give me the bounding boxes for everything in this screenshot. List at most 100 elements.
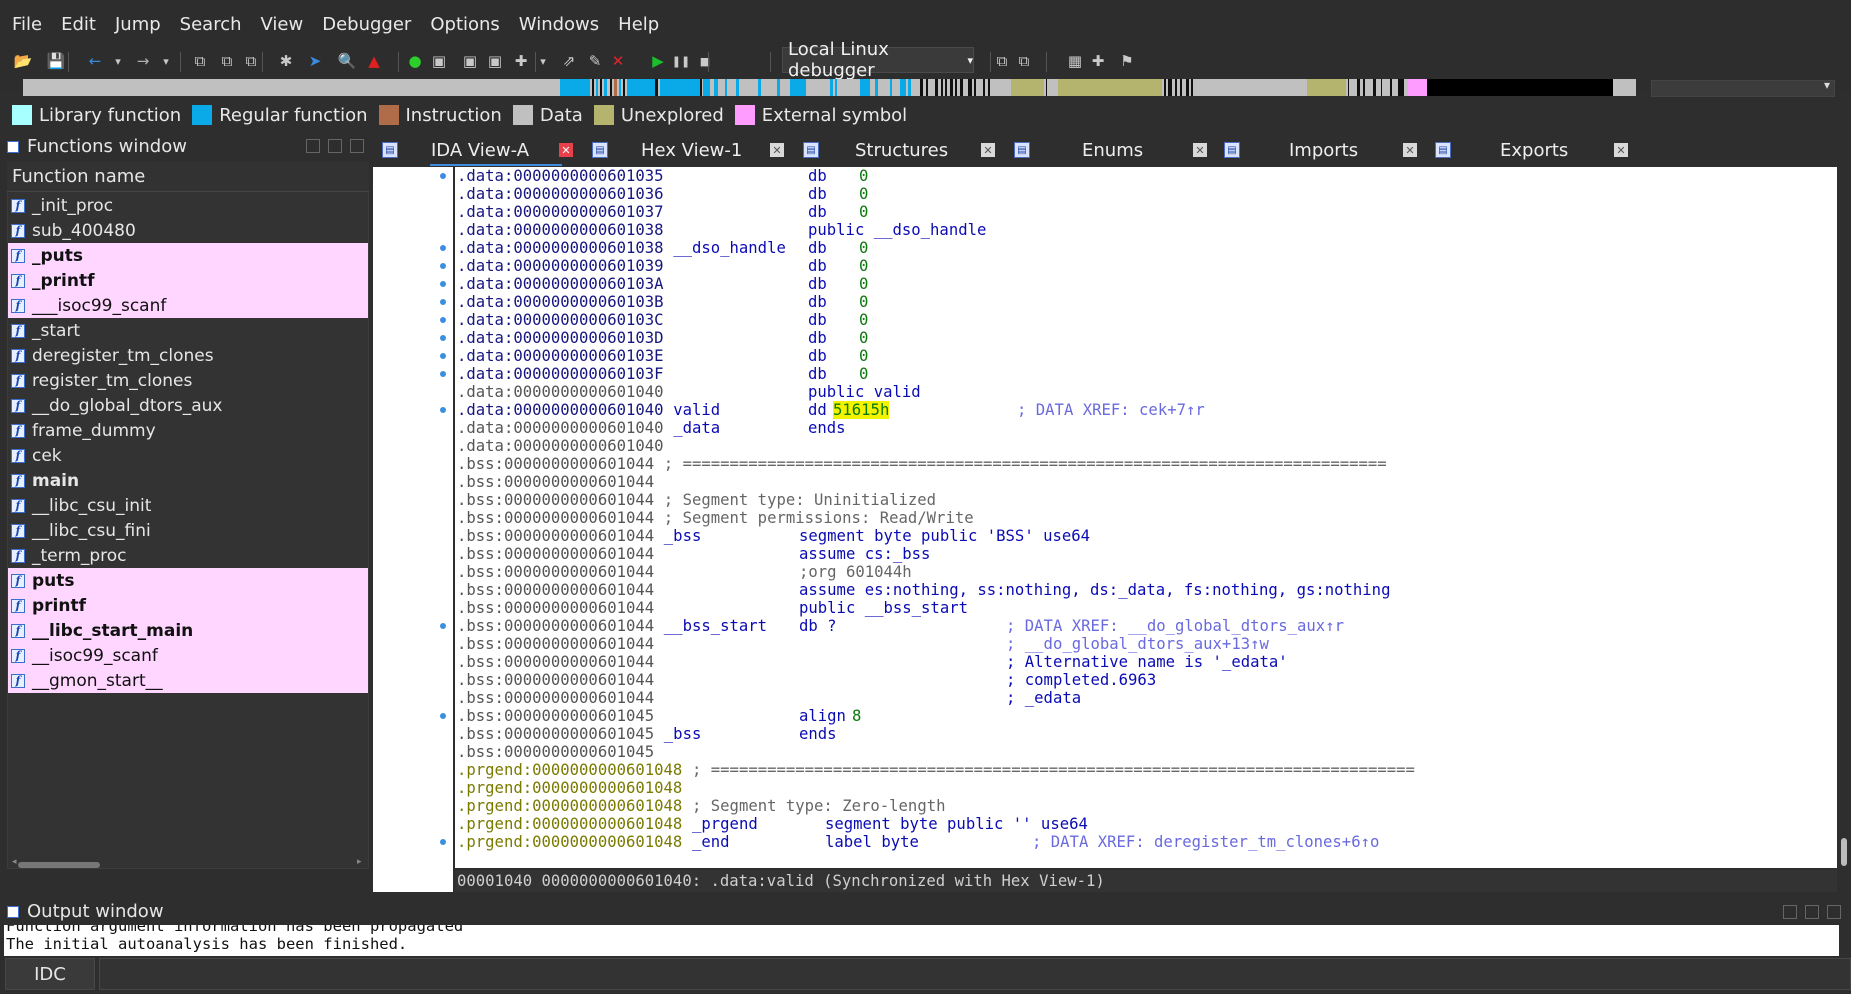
tab-ida-view-a[interactable]: IDA View-A xyxy=(431,140,529,161)
scroll-right-icon[interactable]: ▸ xyxy=(357,857,362,867)
function-list-item[interactable]: f _init_proc xyxy=(8,193,368,218)
save-icon[interactable]: 💾 xyxy=(45,50,67,72)
detach-icon[interactable]: ⧉ xyxy=(1013,50,1035,72)
disassembly-line[interactable]: .data:0000000000601038 __dso_handle db 0 xyxy=(457,239,868,257)
function-list-item[interactable]: f __libc_start_main xyxy=(8,618,368,643)
tab-close-icon[interactable]: ✕ xyxy=(770,143,784,157)
menu-search[interactable]: Search xyxy=(174,14,248,35)
menu-view[interactable]: View xyxy=(255,14,310,35)
breakpoints-icon[interactable]: ▦ xyxy=(1064,50,1086,72)
close-icon[interactable] xyxy=(350,139,364,153)
disassembly-line[interactable]: .prgend:0000000000601048 xyxy=(457,779,682,797)
disassembly-line[interactable]: .data:000000000060103F db 0 xyxy=(457,365,868,383)
disassembly-line[interactable]: .prgend:0000000000601048 ; ==============… xyxy=(457,761,1415,779)
tab-close-icon[interactable]: ✕ xyxy=(1614,143,1628,157)
disassembly-line[interactable]: .bss:0000000000601044 assume cs:_bss xyxy=(457,545,930,563)
tab-icon-exports[interactable]: ▤ xyxy=(1435,142,1451,158)
function-list-item[interactable]: f ___isoc99_scanf xyxy=(8,293,368,318)
function-list-item[interactable]: f printf xyxy=(8,593,368,618)
scroll-thumb[interactable] xyxy=(1841,838,1847,866)
function-list-item[interactable]: f __libc_csu_init xyxy=(8,493,368,518)
segment-icon[interactable]: ⇗ xyxy=(558,50,580,72)
function-list-item[interactable]: f _start xyxy=(8,318,368,343)
disassembly-line[interactable]: .bss:0000000000601044 xyxy=(457,473,654,491)
tab-icon-hex-view-1[interactable]: ▤ xyxy=(592,142,608,158)
tab-icon-imports[interactable]: ▤ xyxy=(1224,142,1240,158)
disassembly-line[interactable]: .bss:0000000000601044 public __bss_start xyxy=(457,599,968,617)
tab-icon-ida-view-a[interactable]: ▤ xyxy=(382,142,398,158)
disassembly-line[interactable]: .data:0000000000601040 valid dd 51615h ; DAT… xyxy=(457,401,1205,419)
back-icon[interactable]: ← xyxy=(84,50,106,72)
menu-help[interactable]: Help xyxy=(612,14,665,35)
disassembly-line[interactable]: .bss:0000000000601045 align 8 xyxy=(457,707,861,725)
tab-structures[interactable]: Structures xyxy=(855,140,948,161)
run-to-icon[interactable]: ✚ xyxy=(510,50,532,72)
tab-icon-enums[interactable]: ▤ xyxy=(1014,142,1030,158)
navigation-band[interactable] xyxy=(23,79,1636,96)
tab-close-icon[interactable]: ✕ xyxy=(1403,143,1417,157)
maximize-icon[interactable] xyxy=(328,139,342,153)
disassembly-line[interactable]: .bss:0000000000601044 _bss segment byte pu… xyxy=(457,527,1090,545)
function-list-item[interactable]: f puts xyxy=(8,568,368,593)
disassembly-line[interactable]: .bss:0000000000601044 ; =================… xyxy=(457,455,1387,473)
disassembly-line[interactable]: .prgend:0000000000601048 _end label byte ; … xyxy=(457,833,1379,851)
disassembly-line[interactable]: .data:000000000060103E db 0 xyxy=(457,347,868,365)
function-list-item[interactable]: f _term_proc xyxy=(8,543,368,568)
disassembly-line[interactable]: .data:000000000060103D db 0 xyxy=(457,329,868,347)
open-icon[interactable]: 📂 xyxy=(12,50,34,72)
disassembly-line[interactable]: .bss:0000000000601044 __bss_start db ? ; DA… xyxy=(457,617,1344,635)
graph-icon[interactable]: ▲ xyxy=(363,50,385,72)
menu-jump[interactable]: Jump xyxy=(109,14,167,35)
menu-file[interactable]: File xyxy=(6,14,48,35)
navigation-band-scroll[interactable]: ▾ xyxy=(1651,78,1835,97)
disassembly-line[interactable]: .data:0000000000601036 db 0 xyxy=(457,185,868,203)
disassembly-line[interactable]: .bss:0000000000601044 ; Alternative name … xyxy=(457,653,1288,671)
disassembly-line[interactable]: .data:000000000060103B db 0 xyxy=(457,293,868,311)
maximize-icon[interactable] xyxy=(1805,905,1819,919)
attach-icon[interactable]: ⧉ xyxy=(991,50,1013,72)
code-icon[interactable]: ▣ xyxy=(428,50,450,72)
names-icon[interactable]: ⧉ xyxy=(240,50,262,72)
idc-language-button[interactable]: IDC xyxy=(5,958,95,990)
tab-icon-structures[interactable]: ▤ xyxy=(803,142,819,158)
tab-exports[interactable]: Exports xyxy=(1500,140,1568,161)
disassembly-line[interactable]: .bss:0000000000601044 ;org 601044h xyxy=(457,563,912,581)
play-icon[interactable]: ▶ xyxy=(647,50,669,72)
disassembly-line[interactable]: .bss:0000000000601045 xyxy=(457,743,654,761)
disassembly-line[interactable]: .data:000000000060103C db 0 xyxy=(457,311,868,329)
tab-close-icon[interactable]: ✕ xyxy=(981,143,995,157)
edit-icon[interactable]: ✎ xyxy=(584,50,606,72)
menu-debugger[interactable]: Debugger xyxy=(316,14,417,35)
tab-hex-view-1[interactable]: Hex View-1 xyxy=(641,140,742,161)
close-icon[interactable] xyxy=(1827,905,1841,919)
functions-horizontal-scrollbar[interactable] xyxy=(18,862,100,868)
function-list-item[interactable]: f register_tm_clones xyxy=(8,368,368,393)
disassembly-line[interactable]: .bss:0000000000601044 ; completed.6963 xyxy=(457,671,1156,689)
function-list-item[interactable]: f __libc_csu_fini xyxy=(8,518,368,543)
disassembly-view[interactable]: .data:0000000000601035 db 0 .data:000000000… xyxy=(455,167,1837,868)
disassembly-line[interactable]: .bss:0000000000601044 ; _edata xyxy=(457,689,1081,707)
debugger-select[interactable]: Local Linux debugger ▾ xyxy=(782,39,974,81)
disassembly-line[interactable]: .prgend:0000000000601048 _prgend segment b… xyxy=(457,815,1088,833)
disassembly-line[interactable]: .prgend:0000000000601048 ; Segment type: … xyxy=(457,797,945,815)
forward-icon[interactable]: → xyxy=(132,50,154,72)
disassembly-line[interactable]: .bss:0000000000601044 ; __do_global_dtors… xyxy=(457,635,1269,653)
menu-edit[interactable]: Edit xyxy=(55,14,102,35)
tab-close-icon[interactable]: ✕ xyxy=(1193,143,1207,157)
function-list-item[interactable]: f __gmon_start__ xyxy=(8,668,368,693)
function-list-item[interactable]: f __isoc99_scanf xyxy=(8,643,368,668)
forward-dropdown-icon[interactable]: ▾ xyxy=(155,50,177,72)
disassembly-line[interactable]: .bss:0000000000601044 assume es:nothing, … xyxy=(457,581,1390,599)
strings-icon[interactable]: ⧉ xyxy=(216,50,238,72)
scroll-left-icon[interactable]: ◂ xyxy=(12,857,17,867)
disassembly-line[interactable]: .bss:0000000000601045 _bss ends xyxy=(457,725,837,743)
jump-icon[interactable]: ➤ xyxy=(304,50,326,72)
disassembly-line[interactable]: .data:0000000000601040 xyxy=(457,437,664,455)
function-list-item[interactable]: f __do_global_dtors_aux xyxy=(8,393,368,418)
flag-icon[interactable]: ⚑ xyxy=(1116,50,1138,72)
circle-icon[interactable]: ● xyxy=(404,50,426,72)
xref-icon[interactable]: ⧉ xyxy=(189,50,211,72)
patch-icon[interactable]: ✱ xyxy=(275,50,297,72)
search-icon[interactable]: 🔍 xyxy=(336,50,358,72)
function-list-item[interactable]: f frame_dummy xyxy=(8,418,368,443)
